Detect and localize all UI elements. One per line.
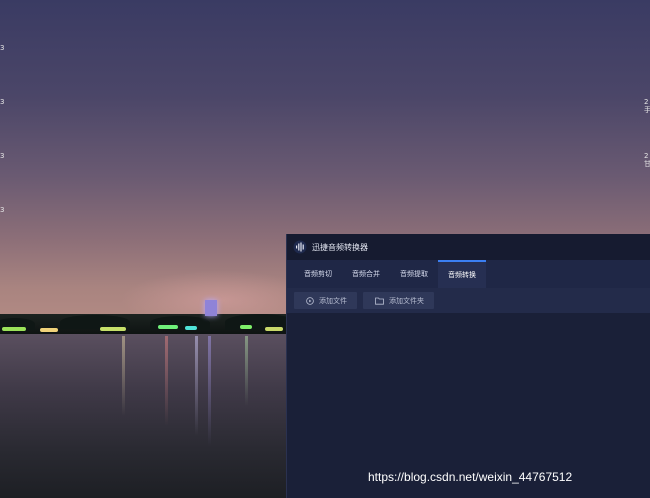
desktop-icon-label[interactable]: 3 bbox=[0, 44, 4, 53]
tab-audio-merge[interactable]: 音频合并 bbox=[342, 260, 390, 288]
light-reflection bbox=[245, 336, 248, 406]
desktop-icon-label[interactable]: 手 bbox=[644, 106, 650, 115]
tree bbox=[225, 314, 295, 330]
light-reflection bbox=[122, 336, 125, 416]
desktop-icon-label[interactable]: 3 bbox=[0, 98, 4, 107]
shore-lights bbox=[2, 327, 26, 331]
tab-audio-convert[interactable]: 音频转换 bbox=[438, 260, 486, 288]
add-folder-label: 添加文件夹 bbox=[389, 296, 424, 305]
lake-water bbox=[0, 334, 300, 498]
add-file-button[interactable]: 添加文件 bbox=[294, 292, 357, 309]
shore-lights bbox=[40, 328, 58, 332]
audio-converter-window: 迅捷音频转换器 音频剪切 音频合并 音频提取 音频转换 添加文件 添加文件夹 bbox=[286, 234, 650, 498]
light-reflection bbox=[195, 336, 198, 436]
add-folder-button[interactable]: 添加文件夹 bbox=[363, 292, 434, 309]
shore-lights bbox=[185, 326, 197, 330]
folder-icon bbox=[375, 297, 384, 305]
desktop-icon-label[interactable]: 3 bbox=[0, 152, 4, 161]
tab-audio-cut[interactable]: 音频剪切 bbox=[294, 260, 342, 288]
light-reflection bbox=[208, 336, 211, 446]
lit-tower bbox=[205, 300, 217, 316]
add-file-label: 添加文件 bbox=[319, 296, 347, 305]
toolbar: 添加文件 添加文件夹 bbox=[287, 288, 650, 314]
audio-wave-icon bbox=[293, 240, 307, 254]
desktop-icon-label[interactable]: 3 bbox=[0, 206, 4, 215]
tab-bar: 音频剪切 音频合并 音频提取 音频转换 bbox=[287, 260, 650, 288]
shore-lights bbox=[240, 325, 252, 329]
shore-lights bbox=[265, 327, 283, 331]
desktop-icon-label[interactable]: 甘 bbox=[644, 160, 650, 169]
tab-audio-extract[interactable]: 音频提取 bbox=[390, 260, 438, 288]
light-reflection bbox=[165, 336, 168, 426]
app-title: 迅捷音频转换器 bbox=[312, 242, 368, 252]
title-bar[interactable]: 迅捷音频转换器 bbox=[287, 234, 650, 260]
shore-lights bbox=[158, 325, 178, 329]
shore-lights bbox=[100, 327, 126, 331]
watermark-url: https://blog.csdn.net/weixin_44767512 bbox=[368, 470, 573, 484]
add-circle-icon bbox=[306, 296, 314, 305]
